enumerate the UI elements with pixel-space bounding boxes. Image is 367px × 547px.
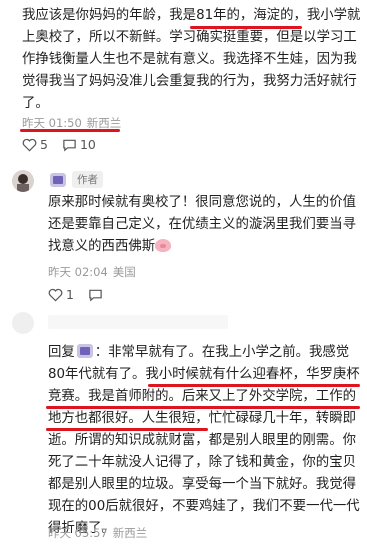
highlight-underline — [20, 129, 120, 132]
comment-2-meta: 昨天 02:04 美国 — [48, 264, 136, 280]
highlight-underline — [190, 26, 302, 29]
comment-2-location: 美国 — [112, 265, 136, 279]
like-count: 5 — [40, 137, 48, 152]
blurred-username — [48, 315, 228, 329]
highlight-underline — [148, 384, 360, 387]
pig-emoji — [155, 239, 172, 252]
reply-count-button[interactable]: 10 — [62, 137, 96, 152]
reply-prefix: 回复 — [48, 345, 75, 360]
comment-2-time: 昨天 02:04 — [48, 265, 108, 279]
reply-count: 10 — [79, 137, 96, 152]
reply-button[interactable] — [88, 288, 106, 302]
avatar[interactable] — [12, 312, 34, 334]
author-row: 作者 — [48, 171, 103, 188]
comment-3-meta: 昨天 05:57 新西兰 — [48, 525, 147, 541]
comment-1-time: 昨天 01:50 — [22, 116, 82, 130]
heart-icon — [22, 138, 37, 151]
author-badge: 作者 — [72, 171, 103, 188]
comment-icon — [89, 289, 102, 301]
like-button[interactable]: 5 — [22, 137, 48, 152]
comment-2-actions: 1 — [48, 287, 120, 302]
like-button[interactable]: 1 — [48, 287, 74, 302]
reply-target-avatar-icon[interactable] — [76, 344, 93, 358]
like-count: 1 — [66, 287, 74, 302]
comment-3-time: 昨天 05:57 — [48, 526, 108, 540]
comment-1-text: 我应该是你妈妈的年龄，我是81年的，海淀的，我小学就上奥校了，所以不新鲜。学习确… — [22, 8, 361, 111]
comment-1-location: 新西兰 — [86, 116, 122, 130]
comment-3-location: 新西兰 — [112, 526, 148, 540]
comment-3-text: 回复 ：非常早就有了。在我上小学之前。我感觉80年代就有了。我小时候就有什么迎春杯… — [48, 342, 360, 540]
avatar[interactable] — [12, 170, 34, 192]
author-avatar-icon[interactable] — [50, 172, 66, 187]
highlight-underline — [46, 406, 360, 409]
comment-1-actions: 5 10 — [22, 137, 110, 152]
comment-2-text: 原来那时候就有奥校了！很同意您说的，人生的价值还是要靠自己定义，在优绩主义的漩涡… — [48, 192, 358, 258]
comment-icon — [63, 139, 76, 151]
heart-icon — [48, 288, 63, 301]
comment-2-body: 原来那时候就有奥校了！很同意您说的，人生的价值还是要靠自己定义，在优绩主义的漩涡… — [48, 195, 356, 254]
comment-3-body: ：非常早就有了。在我上小学之前。我感觉80年代就有了。我小时候就有什么迎春杯，华… — [48, 345, 360, 536]
highlight-underline — [46, 428, 208, 431]
